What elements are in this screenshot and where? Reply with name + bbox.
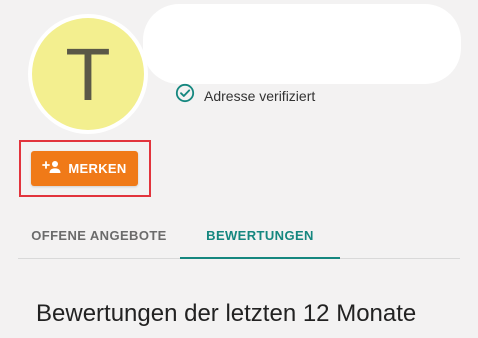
follow-button-label: MERKEN — [68, 161, 127, 176]
verified-label: Adresse verifiziert — [204, 87, 316, 104]
profile-tabs: OFFENE ANGEBOTE BEWERTUNGEN — [18, 212, 460, 259]
tab-reviews[interactable]: BEWERTUNGEN — [180, 212, 340, 258]
active-tab-indicator — [180, 257, 340, 259]
avatar-initial: T — [65, 33, 111, 116]
redacted-username — [143, 4, 461, 84]
check-circle-icon — [175, 83, 195, 108]
follow-button[interactable]: MERKEN — [31, 151, 138, 186]
tab-open-offers-label: OFFENE ANGEBOTE — [31, 227, 167, 243]
tab-open-offers[interactable]: OFFENE ANGEBOTE — [18, 212, 180, 258]
verified-status: Adresse verifiziert — [175, 83, 315, 108]
avatar: T — [32, 18, 144, 130]
tab-reviews-label: BEWERTUNGEN — [206, 227, 314, 243]
person-add-icon — [42, 160, 62, 177]
section-title: Bewertungen der letzten 12 Monate — [36, 300, 417, 327]
profile-page: T Adresse verifiziert MERKEN OFFENE ANGE… — [0, 0, 478, 338]
